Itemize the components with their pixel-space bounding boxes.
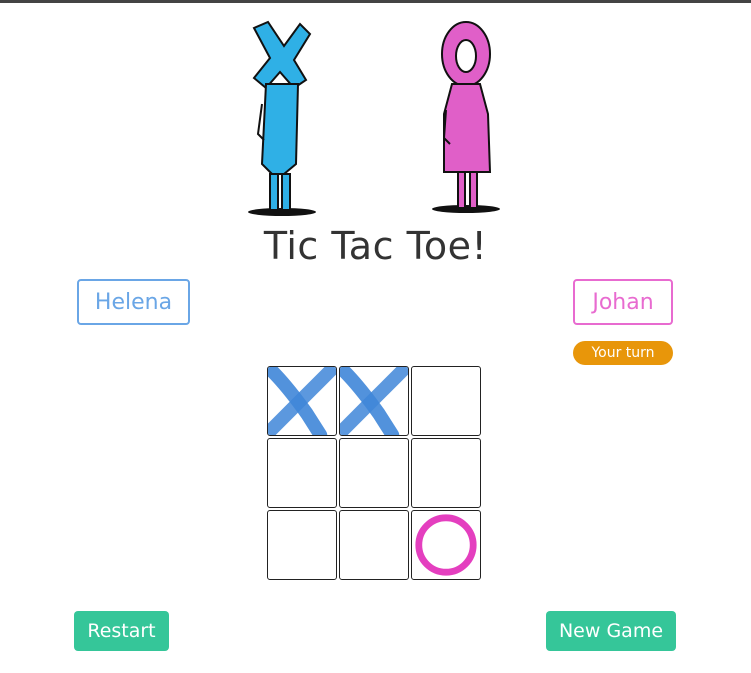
- board-cell-4[interactable]: [267, 438, 337, 508]
- board-cell-9[interactable]: [411, 510, 481, 580]
- turn-badge: Your turn: [573, 341, 673, 365]
- x-mark-icon: [340, 367, 408, 435]
- board-cell-2[interactable]: [339, 366, 409, 436]
- x-and-o-characters-illustration: [240, 14, 510, 220]
- top-border: [0, 0, 751, 3]
- player-x-name[interactable]: Helena: [77, 279, 190, 325]
- board-cell-1[interactable]: [267, 366, 337, 436]
- board-cell-5[interactable]: [339, 438, 409, 508]
- board-cell-3[interactable]: [411, 366, 481, 436]
- new-game-button[interactable]: New Game: [546, 611, 676, 651]
- game-board: [267, 366, 483, 580]
- player-o-name[interactable]: Johan: [573, 279, 673, 325]
- restart-button[interactable]: Restart: [74, 611, 169, 651]
- board-cell-7[interactable]: [267, 510, 337, 580]
- player-x-label: Helena: [94, 289, 173, 315]
- player-o-label: Johan: [592, 289, 654, 315]
- board-cell-6[interactable]: [411, 438, 481, 508]
- x-mark-icon: [268, 367, 336, 435]
- turn-badge-label: Your turn: [591, 345, 655, 361]
- page-title: Tic Tac Toe!: [263, 224, 488, 268]
- new-game-button-label: New Game: [558, 620, 664, 642]
- o-mark-icon: [415, 514, 477, 576]
- board-cell-8[interactable]: [339, 510, 409, 580]
- restart-button-label: Restart: [87, 620, 156, 642]
